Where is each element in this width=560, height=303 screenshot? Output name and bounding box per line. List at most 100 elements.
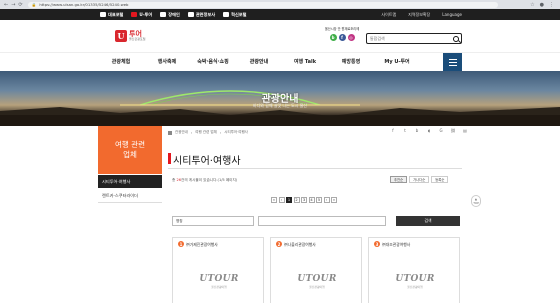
utility-link-portal[interactable]: 대표포털	[100, 12, 123, 18]
hero-subtitle: 바다와 함께 살맛 나는 도시 울산	[252, 103, 308, 108]
company-card[interactable]: 1 ㈜가제진관광여행사 UTOUR 울산관광여행	[172, 237, 264, 303]
social-block: 울산시장 안 원재료조리에 b f ◎	[322, 27, 362, 50]
card-logo: UTOUR	[199, 274, 239, 284]
star-icon[interactable]: ☆	[530, 2, 534, 8]
nav-item-talk[interactable]: 여행 Talk	[282, 53, 328, 72]
blog-icon[interactable]: b	[329, 33, 337, 41]
profile-icon[interactable]: ●	[540, 2, 544, 8]
sitemap-link[interactable]: 사이트맵	[381, 12, 396, 18]
page-last[interactable]: »	[331, 197, 337, 203]
title-accent-bar	[168, 153, 171, 164]
link-share-icon[interactable]: ⛓	[450, 128, 456, 133]
page-title: 시티투어·여행사	[173, 156, 241, 167]
hero-water	[0, 115, 560, 126]
sort-recommend[interactable]: 추천순	[390, 176, 408, 183]
company-card[interactable]: 2 ㈜나울리관광여행사 UTOUR 울산관광여행	[270, 237, 362, 303]
utility-link-utour[interactable]: U-투어	[131, 12, 152, 18]
logo-text: 투어 울산관광포털	[129, 29, 146, 42]
nav-item-experience[interactable]: 관광체험	[98, 53, 144, 72]
instagram-icon[interactable]: ◎	[347, 33, 355, 41]
site-logo[interactable]: U 투어 울산관광포털	[115, 30, 146, 42]
card-name[interactable]: ㈜나울리관광여행사	[284, 242, 316, 248]
sidebar-item-citytour[interactable]: 시티투어·여행사	[98, 175, 162, 188]
utility-link-innovation[interactable]: 혁신포털	[223, 12, 247, 18]
region-link[interactable]: 지역정보확장	[408, 12, 430, 18]
result-count: 총 26건의 게시물이 있습니다.(1/5 페이지)	[172, 178, 238, 182]
page-number[interactable]: 4	[308, 197, 315, 203]
facebook-icon[interactable]: f	[338, 33, 346, 41]
search-icon[interactable]	[453, 35, 459, 42]
breadcrumb-item[interactable]: 여행 관련 업체	[195, 130, 217, 135]
scroll-top-button[interactable]: ▲ TOP	[471, 195, 481, 207]
breadcrumb-item: 시티투어·여행사	[224, 130, 248, 134]
breadcrumb-sep: ›	[190, 130, 193, 135]
search-input[interactable]	[370, 36, 450, 41]
page-number[interactable]: 3	[301, 197, 307, 203]
nav-item-festival[interactable]: 행사축제	[144, 53, 190, 72]
googleplus-share-icon[interactable]: G	[438, 128, 444, 133]
social-title: 울산시장 안 원재료조리에	[324, 27, 360, 31]
twitter-share-icon[interactable]: t	[402, 128, 408, 133]
share-icons: f t b ◖ G ⛓ ▤	[390, 128, 468, 133]
main-nav: 관광체험 행사축제 숙박·음식·쇼핑 관광안내 여행 Talk 예방통영 My …	[0, 52, 560, 72]
card-logo-sub: 울산관광여행	[211, 285, 227, 289]
logo-mark-icon: U	[115, 30, 127, 42]
nav-item-notice[interactable]: 예방통영	[328, 53, 374, 72]
language-select[interactable]: Language	[442, 12, 462, 18]
page-number[interactable]: 5	[316, 197, 322, 203]
page-next[interactable]: ›	[323, 197, 330, 203]
hero-banner: 관광안내 바다와 함께 살맛 나는 도시 울산	[0, 71, 560, 126]
sidebar-item-rentcar[interactable]: 렌트카·스쿠터라이더	[98, 190, 162, 203]
breadcrumb: 관광안내 › 여행 관련 업체 › 시티투어·여행사	[168, 130, 248, 135]
main-nav-list: 관광체험 행사축제 숙박·음식·쇼핑 관광안내 여행 Talk 예방통영 My …	[98, 53, 420, 72]
nav-item-guide[interactable]: 관광안내	[236, 53, 282, 72]
card-logo-sub: 울산관광여행	[407, 285, 423, 289]
site-header: U 투어 울산관광포털 울산시장 안 원재료조리에 b f ◎	[0, 20, 560, 52]
browser-actions: ☆ ● ⋮	[530, 2, 560, 8]
card-number: 2	[276, 241, 282, 247]
browser-toolbar: ← → ⟳ 🔒 https://www.ulsan.go.kr/01335/52…	[0, 0, 560, 9]
url-text: https://www.ulsan.go.kr/01335/5246/5240.…	[39, 2, 129, 7]
utility-link-related[interactable]: 관련정보사	[187, 12, 215, 18]
reload-icon[interactable]: ⟳	[18, 2, 22, 8]
home-icon[interactable]	[168, 130, 172, 135]
forward-icon[interactable]: →	[11, 2, 15, 8]
filter-row: 명칭 검색	[172, 216, 462, 226]
breadcrumb-item[interactable]: 관광안내	[175, 130, 188, 135]
utility-link-accessible[interactable]: 장애인	[160, 12, 180, 18]
sidebar-heading: 여행 관련 업체	[98, 126, 162, 174]
page-prev[interactable]: ‹	[278, 197, 285, 203]
menu-icon[interactable]	[443, 53, 462, 72]
filter-select[interactable]: 명칭	[172, 216, 254, 226]
card-name[interactable]: ㈜가제진관광여행사	[186, 242, 218, 248]
filter-input[interactable]	[258, 216, 386, 226]
company-card[interactable]: 3 ㈜대조관광여행사 UTOUR 울산관광여행	[368, 237, 460, 303]
browser-nav: ← → ⟳	[0, 2, 23, 8]
print-icon[interactable]: ▤	[462, 128, 468, 133]
card-logo: UTOUR	[395, 274, 435, 284]
title-divider	[168, 168, 462, 169]
sort-alpha[interactable]: 가나다순	[409, 176, 430, 183]
back-icon[interactable]: ←	[4, 2, 8, 8]
nav-item-my-utour[interactable]: My U-투어	[374, 53, 420, 72]
more-icon[interactable]: ⋮	[549, 2, 554, 8]
nav-item-stay[interactable]: 숙박·음식·쇼핑	[190, 53, 236, 72]
card-logo-sub: 울산관광여행	[309, 285, 325, 289]
page-number[interactable]: 2	[293, 197, 300, 203]
card-number: 3	[374, 241, 380, 247]
card-number: 1	[178, 241, 184, 247]
card-name[interactable]: ㈜대조관광여행사	[382, 242, 410, 248]
utility-links: 대표포털 U-투어 장애인 관련정보사 혁신포털	[100, 12, 247, 18]
address-bar[interactable]: 🔒 https://www.ulsan.go.kr/01335/5246/524…	[27, 1, 498, 8]
blog-share-icon[interactable]: b	[414, 128, 420, 133]
facebook-share-icon[interactable]: f	[390, 128, 396, 133]
kakao-share-icon[interactable]: ◖	[426, 128, 432, 133]
sort-date[interactable]: 등록순	[431, 176, 449, 183]
portal-icon	[100, 12, 106, 17]
page-first[interactable]: «	[271, 197, 277, 203]
filter-search-button[interactable]: 검색	[396, 216, 460, 226]
page-number[interactable]: 1	[286, 197, 292, 203]
utility-bar: 대표포털 U-투어 장애인 관련정보사 혁신포털 사이트맵 지역정보확장 Lan…	[0, 9, 560, 20]
company-list: 1 ㈜가제진관광여행사 UTOUR 울산관광여행 2 ㈜나울리관광여행사 UTO…	[172, 237, 462, 303]
breadcrumb-sep: ›	[219, 130, 222, 135]
